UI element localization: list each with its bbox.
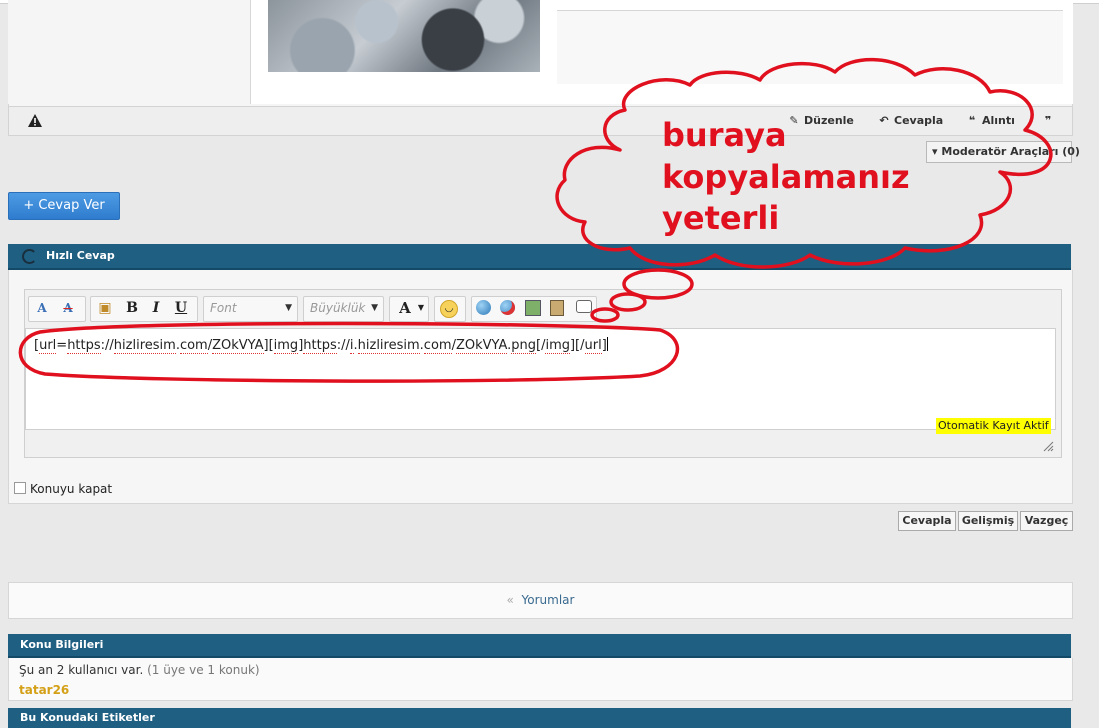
multi-quote-icon: ❞ [1044,114,1052,127]
paste-icon[interactable]: ▣ [96,299,114,317]
insert-link-icon[interactable] [476,300,491,315]
post-reply-button[interactable]: + Cevap Ver [8,192,120,220]
post-author-panel [8,0,210,104]
smiley-icon[interactable]: ◡ [440,300,458,318]
signature-area [557,11,1063,84]
annotation-text-line2: kopyalamanız [662,158,910,196]
insert-video-icon[interactable] [550,300,564,316]
resize-handle-icon[interactable] [1042,440,1054,452]
cancel-button[interactable]: Vazgeç [1020,511,1073,531]
caret-down-icon: ▾ [932,145,938,158]
comments-link[interactable]: Yorumlar [522,593,575,607]
moderator-tools-dropdown[interactable]: ▾ Moderatör Araçları (0) [926,141,1080,163]
submit-reply-button[interactable]: Cevapla [898,511,956,531]
size-select[interactable]: Büyüklük ▼ [303,296,384,322]
member-link[interactable]: tatar26 [19,683,69,697]
underline-icon[interactable]: U [172,299,190,317]
dropdown-arrow-icon: ▼ [371,303,378,313]
toolbar-group-text: ▣ B I U [90,296,198,322]
reply-text-content[interactable]: [url=https://hizliresim.com/ZOkVYA][img]… [34,337,608,354]
advanced-button[interactable]: Gelişmiş [958,511,1018,531]
quick-reply-title: Hızlı Cevap [46,249,115,262]
text-cursor [606,337,608,351]
quick-reply-header[interactable]: Hızlı Cevap [8,244,1071,270]
bold-icon[interactable]: B [123,299,141,317]
comments-link-bar[interactable]: « Yorumlar [8,582,1073,619]
reply-post-button[interactable]: ↶ Cevapla [877,114,943,127]
post-image[interactable] [268,0,540,72]
quote-button[interactable]: ❝ Alıntı [965,114,1015,127]
topic-info-header: Konu Bilgileri [8,634,1071,658]
smilies-group: ◡ [434,296,466,322]
insert-image-icon[interactable] [525,300,541,316]
text-color-select[interactable]: A ▼ [389,296,429,322]
pencil-icon: ✎ [789,114,799,127]
collapse-icon[interactable] [22,249,37,264]
font-select-label: Font [210,301,237,315]
dropdown-arrow-icon: ▼ [417,303,425,312]
active-users-line: Şu an 2 kullanıcı var. (1 üye ve 1 konuk… [19,663,260,677]
toolbar-group-format-clear: A A [28,296,86,322]
close-topic-checkbox[interactable]: Konuyu kapat [14,482,112,496]
remove-format-icon[interactable]: A [59,299,77,317]
dropdown-arrow-icon: ▼ [285,303,292,313]
italic-icon[interactable]: I [147,299,165,317]
size-select-label: Büyüklük [310,301,366,315]
multi-quote-button[interactable]: ❞ [1041,114,1058,127]
autosave-badge: Otomatik Kayıt Aktif [936,418,1051,434]
signature-divider [557,10,1063,11]
toolbar-group-insert [471,296,597,322]
annotation-text-line1: buraya [662,116,787,154]
reply-arrow-icon: ↶ [879,114,889,127]
double-chevron-left-icon: « [506,593,514,607]
edit-button[interactable]: ✎ Düzenle [787,114,854,127]
quote-bubble-icon[interactable] [576,300,592,313]
tags-header: Bu Konudaki Etiketler [8,708,1071,728]
annotation-text-line3: yeterli [662,199,780,237]
remove-link-icon[interactable] [500,300,515,315]
quote-icon: ❝ [968,114,976,127]
font-style-icon[interactable]: A [33,299,51,317]
font-select[interactable]: Font ▼ [203,296,298,322]
report-warning-icon[interactable] [28,114,42,127]
checkbox[interactable] [14,482,26,494]
